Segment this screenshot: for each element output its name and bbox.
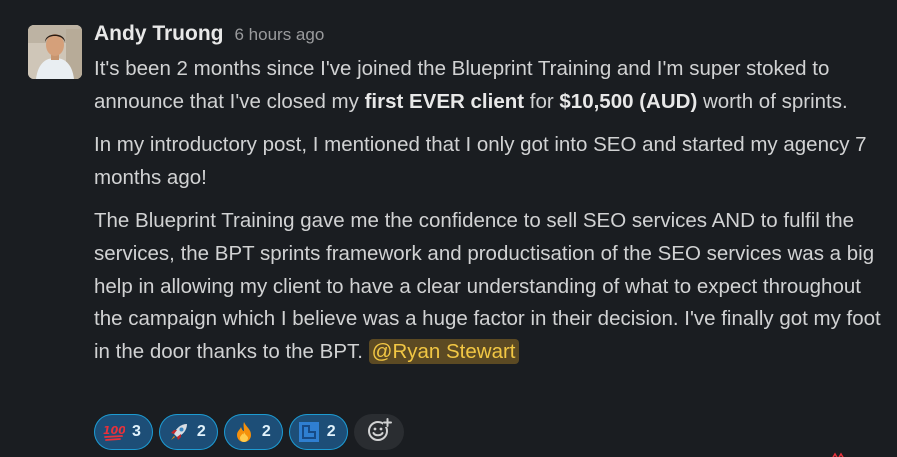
message-header: Andy Truong 6 hours ago bbox=[94, 22, 889, 50]
message-paragraph-1: It's been 2 months since I've joined the… bbox=[94, 53, 889, 118]
fire-icon bbox=[233, 421, 255, 443]
reaction-count: 2 bbox=[326, 423, 336, 440]
paragraph-1-text-c: worth of sprints. bbox=[697, 89, 848, 113]
message-paragraph-3: The Blueprint Training gave me the confi… bbox=[94, 205, 889, 368]
avatar-image bbox=[28, 25, 82, 79]
user-mention[interactable]: @Ryan Stewart bbox=[368, 338, 519, 364]
message-paragraph-2: In my introductory post, I mentioned tha… bbox=[94, 133, 867, 189]
reaction-fire[interactable]: 2 bbox=[223, 414, 283, 450]
paragraph-1-bold-a: first EVER client bbox=[364, 89, 525, 113]
reaction-bpt-logo[interactable]: 2 bbox=[288, 414, 348, 450]
reaction-hundred-points[interactable]: 100 3 bbox=[94, 414, 153, 450]
partial-icon bbox=[832, 452, 844, 457]
rocket-icon bbox=[168, 421, 190, 443]
reaction-rocket[interactable]: 2 bbox=[158, 414, 218, 450]
reactions-bar: 100 3 2 2 2 bbox=[94, 414, 404, 450]
reaction-count: 2 bbox=[196, 423, 206, 440]
message: Andy Truong 6 hours ago It's been 2 mont… bbox=[0, 0, 897, 457]
bpt-logo-icon bbox=[298, 421, 320, 443]
hundred-points-icon: 100 bbox=[103, 421, 125, 443]
svg-text:100: 100 bbox=[103, 424, 125, 437]
reaction-count: 3 bbox=[132, 423, 141, 440]
avatar[interactable] bbox=[28, 25, 82, 79]
message-timestamp[interactable]: 6 hours ago bbox=[235, 25, 325, 45]
paragraph-1-text-b: for bbox=[524, 89, 560, 113]
reaction-count: 2 bbox=[261, 423, 271, 440]
add-reaction-button[interactable] bbox=[353, 414, 404, 450]
message-content: Andy Truong 6 hours ago It's been 2 mont… bbox=[94, 22, 889, 379]
paragraph-1-bold-b: $10,500 (AUD) bbox=[559, 89, 698, 113]
add-reaction-icon bbox=[366, 417, 392, 448]
author-name[interactable]: Andy Truong bbox=[94, 22, 224, 46]
